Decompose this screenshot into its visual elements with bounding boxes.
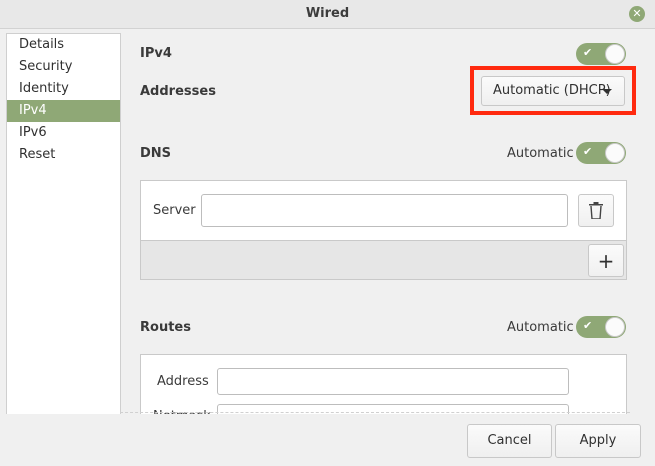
sidebar-item-label: Details xyxy=(19,37,65,52)
dns-server-label: Server xyxy=(153,203,196,218)
routes-heading: Routes xyxy=(140,320,191,335)
toggle-knob xyxy=(605,44,625,64)
trash-icon xyxy=(589,202,603,219)
route-address-input[interactable] xyxy=(217,368,569,395)
sidebar-item-label: Identity xyxy=(19,81,69,96)
sidebar-item-label: Reset xyxy=(19,147,56,162)
settings-sidebar: Details Security Identity IPv4 IPv6 Rese… xyxy=(6,33,121,416)
sidebar-item-label: IPv4 xyxy=(19,103,47,118)
dns-server-panel: Server xyxy=(140,180,627,241)
routes-automatic-toggle[interactable]: ✔ xyxy=(576,316,626,338)
addresses-label: Addresses xyxy=(140,84,216,99)
plus-icon: + xyxy=(597,249,615,273)
route-address-label: Address xyxy=(157,374,209,389)
highlight-box xyxy=(470,66,636,115)
close-icon[interactable]: ✕ xyxy=(629,6,645,22)
dns-automatic-toggle[interactable]: ✔ xyxy=(576,142,626,164)
cancel-button[interactable]: Cancel xyxy=(467,424,552,458)
ipv4-toggle[interactable]: ✔ xyxy=(576,43,626,65)
dns-server-input[interactable] xyxy=(201,194,568,227)
delete-server-button[interactable] xyxy=(578,194,614,227)
window-title: Wired xyxy=(305,6,350,21)
check-icon: ✔ xyxy=(583,46,593,59)
check-icon: ✔ xyxy=(583,319,593,332)
sidebar-item-ipv6[interactable]: IPv6 xyxy=(7,122,120,144)
sidebar-item-security[interactable]: Security xyxy=(7,56,120,78)
dns-panel-footer: + xyxy=(140,240,627,280)
sidebar-item-reset[interactable]: Reset xyxy=(7,144,120,166)
dns-heading: DNS xyxy=(140,146,172,161)
sidebar-item-ipv4[interactable]: IPv4 xyxy=(7,100,120,122)
apply-button[interactable]: Apply xyxy=(555,424,641,458)
ipv4-heading: IPv4 xyxy=(140,46,172,61)
sidebar-item-label: Security xyxy=(19,59,73,74)
add-server-button[interactable]: + xyxy=(588,244,624,277)
separator xyxy=(120,412,630,413)
dns-automatic-label: Automatic xyxy=(507,146,574,161)
toggle-knob xyxy=(605,317,625,337)
title-bar: Wired ✕ xyxy=(0,0,655,29)
sidebar-item-label: IPv6 xyxy=(19,125,47,140)
check-icon: ✔ xyxy=(583,145,593,158)
toggle-knob xyxy=(605,143,625,163)
sidebar-item-identity[interactable]: Identity xyxy=(7,78,120,100)
sidebar-item-details[interactable]: Details xyxy=(7,34,120,56)
routes-automatic-label: Automatic xyxy=(507,320,574,335)
